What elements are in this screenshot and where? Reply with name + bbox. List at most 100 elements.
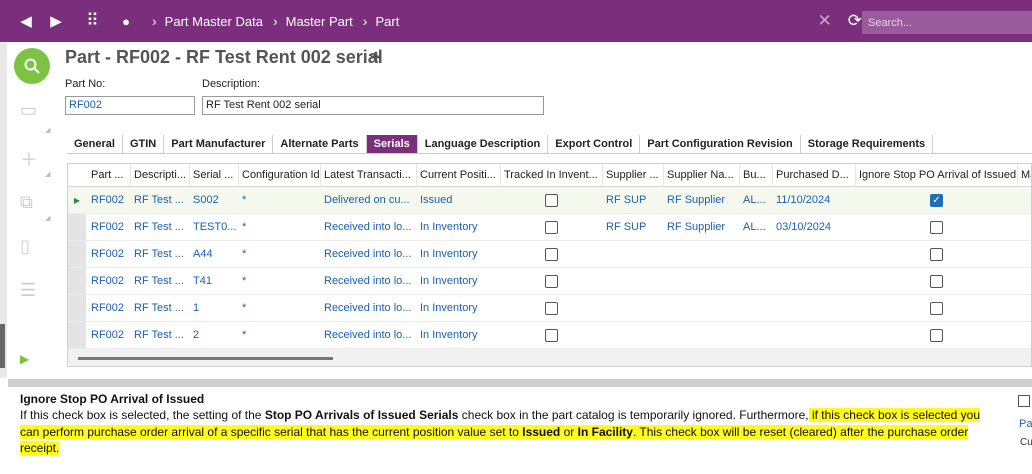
ignore-stop-po-checkbox[interactable]	[930, 248, 943, 261]
column-header[interactable]: Serial ...	[190, 164, 239, 187]
cell-purchased	[773, 241, 856, 267]
row-selector[interactable]	[68, 241, 86, 267]
table-row[interactable]: RF002 RF Test ... A44 * Received into lo... I…	[68, 241, 1031, 268]
cell-part: RF002	[91, 275, 125, 287]
breadcrumb-part[interactable]: Part	[375, 14, 399, 29]
part-no-label: Part No:	[65, 78, 106, 90]
cell-purchased	[773, 295, 856, 321]
table-row[interactable]: RF002 RF Test ... 1 * Received into lo... In …	[68, 295, 1031, 322]
cell-latest: Received into lo...	[324, 221, 412, 233]
cell-supplier: RF SUP	[606, 194, 647, 206]
cell-supplier-name: RF Supplier	[667, 221, 726, 233]
cell-part: RF002	[91, 221, 125, 233]
expand-triangle-icon: ◢	[45, 171, 51, 178]
row-selector[interactable]	[68, 214, 86, 240]
column-header[interactable]: Tracked In Invent...	[501, 164, 603, 187]
column-header[interactable]: Bu...	[740, 164, 773, 187]
row-selector[interactable]	[68, 322, 86, 348]
description-field[interactable]: RF Test Rent 002 serial	[202, 96, 544, 115]
ignore-stop-po-checkbox[interactable]	[930, 329, 943, 342]
ignore-stop-po-checkbox[interactable]	[930, 302, 943, 315]
column-header[interactable]: Configuration Id	[239, 164, 321, 187]
forward-icon[interactable]: ▶	[44, 12, 68, 30]
table-row[interactable]: RF002 RF Test ... T41 * Received into lo... I…	[68, 268, 1031, 295]
cell-position: In Inventory	[420, 275, 478, 287]
column-header[interactable]: Latest Transacti...	[321, 164, 417, 187]
cell-desc: RF Test ...	[134, 248, 184, 260]
side-link[interactable]: Pa	[1019, 418, 1032, 430]
cell-desc: RF Test ...	[134, 221, 184, 233]
cell-supplier	[603, 322, 664, 348]
home-dot-icon[interactable]: ●	[114, 14, 138, 29]
column-header[interactable]: Part ...	[88, 164, 131, 187]
tab-export-control[interactable]: Export Control	[548, 135, 641, 153]
tab-serials[interactable]: Serials	[366, 135, 418, 153]
tab-gtin[interactable]: GTIN	[123, 135, 165, 153]
cell-serial: A44	[193, 248, 213, 260]
delete-icon[interactable]: ▯	[20, 236, 30, 257]
refresh-icon[interactable]: ⟳	[848, 11, 862, 31]
table-row[interactable]: RF002 RF Test ... 2 * Received into lo... In …	[68, 322, 1031, 349]
duplicate-icon[interactable]: ⧉	[20, 192, 33, 213]
cell-supplier	[603, 241, 664, 267]
horizontal-scrollbar[interactable]	[78, 357, 333, 360]
ignore-stop-po-checkbox[interactable]	[930, 275, 943, 288]
rail-scroll-handle[interactable]	[0, 324, 5, 368]
cell-latest: Received into lo...	[324, 302, 412, 314]
cell-latest: Delivered on cu...	[324, 194, 410, 206]
cell-supplier	[603, 268, 664, 294]
help-text-part: If this check box is selected, the setti…	[20, 408, 265, 422]
tab-storage-requirements[interactable]: Storage Requirements	[801, 135, 934, 153]
column-header[interactable]: Supplier ...	[603, 164, 664, 187]
column-header[interactable]: Supplier Na...	[664, 164, 740, 187]
cell-config: *	[242, 275, 247, 287]
apps-grid-icon[interactable]: ⠿	[80, 11, 104, 31]
save-icon[interactable]: ▭	[20, 100, 37, 121]
column-header[interactable]: Current Positi...	[417, 164, 501, 187]
help-title: Ignore Stop PO Arrival of Issued	[20, 392, 205, 406]
close-icon[interactable]: ✕	[818, 11, 832, 31]
search-icon[interactable]	[14, 48, 50, 84]
tracked-in-inventory-checkbox[interactable]	[545, 194, 558, 207]
tracked-in-inventory-checkbox[interactable]	[545, 302, 558, 315]
part-no-field[interactable]: RF002	[65, 96, 195, 115]
breadcrumb-master-part[interactable]: Master Part	[286, 14, 353, 29]
tracked-in-inventory-checkbox[interactable]	[545, 329, 558, 342]
column-header[interactable]: Purchased D...	[773, 164, 856, 187]
cell-position: In Inventory	[420, 329, 478, 341]
tracked-in-inventory-checkbox[interactable]	[545, 248, 558, 261]
ignore-stop-po-checkbox[interactable]: ✓	[930, 194, 943, 207]
cell-bu	[740, 322, 773, 348]
tab-part-manufacturer[interactable]: Part Manufacturer	[164, 135, 274, 153]
table-row[interactable]: RF002 RF Test ... TEST0... * Received into l…	[68, 214, 1031, 241]
pin-icon[interactable]: ✚	[370, 49, 382, 66]
column-header[interactable]: Descripti...	[131, 164, 190, 187]
current-row-icon[interactable]: ▶	[68, 187, 86, 213]
topbar-actions: ✕ ⟳	[818, 11, 863, 31]
splitter-bar[interactable]	[8, 379, 1032, 387]
search-input[interactable]	[862, 11, 1032, 34]
tab-language-description[interactable]: Language Description	[418, 135, 549, 153]
cell-part: RF002	[91, 302, 125, 314]
back-icon[interactable]: ◀	[14, 12, 38, 30]
add-icon[interactable]: ＋	[20, 146, 38, 172]
tab-alternate-parts[interactable]: Alternate Parts	[273, 135, 367, 153]
column-header[interactable]: Ma	[1018, 164, 1031, 187]
side-checkbox[interactable]	[1018, 395, 1030, 407]
cell-config: *	[242, 221, 247, 233]
column-header[interactable]: Ignore Stop PO Arrival of Issued	[856, 164, 1018, 187]
cell-supplier-name	[664, 322, 740, 348]
breadcrumb-part-master-data[interactable]: Part Master Data	[165, 14, 263, 29]
list-icon[interactable]: ☰	[20, 280, 36, 301]
cell-position: Issued	[420, 194, 453, 206]
row-selector[interactable]	[68, 268, 86, 294]
expand-triangle-icon: ◢	[45, 127, 51, 134]
row-selector[interactable]	[68, 295, 86, 321]
play-icon[interactable]: ▶	[20, 352, 29, 366]
tab-general[interactable]: General	[67, 135, 123, 153]
ignore-stop-po-checkbox[interactable]	[930, 221, 943, 234]
table-row[interactable]: ▶ RF002 RF Test ... S002 * Delivered on cu...…	[68, 187, 1031, 214]
tracked-in-inventory-checkbox[interactable]	[545, 221, 558, 234]
tracked-in-inventory-checkbox[interactable]	[545, 275, 558, 288]
tab-part-configuration-revision[interactable]: Part Configuration Revision	[640, 135, 801, 153]
